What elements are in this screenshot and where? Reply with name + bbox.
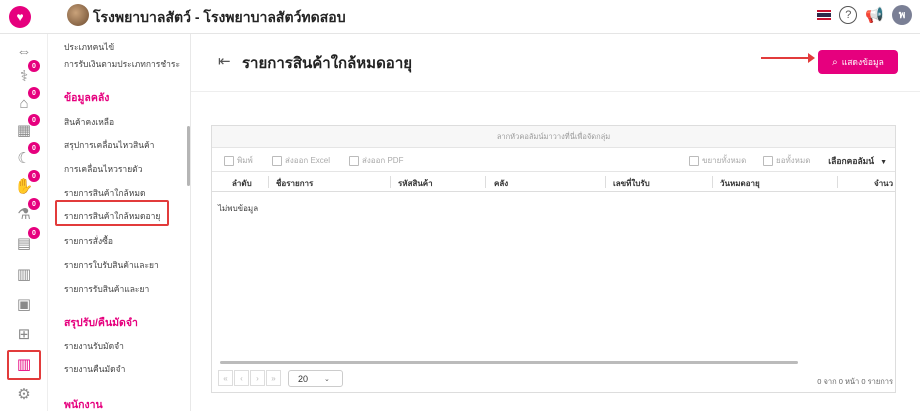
column-separator	[485, 176, 486, 188]
expand-icon	[689, 155, 699, 166]
column-separator	[268, 176, 269, 188]
thai-flag-icon[interactable]	[817, 10, 832, 21]
expand-all-label: ขยายทั้งหมด	[702, 156, 747, 165]
clinic-avatar	[67, 4, 89, 26]
print-label: พิมพ์	[237, 156, 253, 165]
search-icon: ⌕	[832, 56, 838, 68]
column-header[interactable]: ชื่อรายการ	[276, 177, 313, 190]
last-page-button[interactable]: »	[266, 370, 281, 386]
submenu-item[interactable]: รายการสั่งซื้อ	[64, 234, 113, 248]
show-data-button[interactable]: ⌕ แสดงข้อมูล	[818, 50, 898, 74]
moon-icon[interactable]: ☾ 0	[12, 142, 40, 170]
chevron-down-icon: ⌄	[324, 375, 330, 383]
export-pdf-button[interactable]: ส่งออก PDF	[349, 154, 403, 167]
group-panel[interactable]: ลากหัวคอลัมน์มาวางที่นี่เพื่อจัดกลุ่ม	[212, 126, 895, 148]
column-header[interactable]: คลัง	[494, 177, 508, 190]
prev-page-button[interactable]: ‹	[234, 370, 249, 386]
collapse-icon	[763, 155, 773, 166]
box-icon[interactable]: ▣	[12, 292, 36, 316]
print-button[interactable]: พิมพ์	[224, 154, 253, 167]
hand-icon[interactable]: ✋ 0	[12, 170, 40, 198]
column-header[interactable]: วันหมดอายุ	[720, 177, 760, 190]
choose-columns-label: เลือกคอลัมน์	[828, 156, 875, 166]
notification-badge: 0	[28, 170, 40, 182]
page-header: ⇤ รายการสินค้าใกล้หมดอายุ ⌕ แสดงข้อมูล	[191, 34, 920, 92]
report-submenu: ประเภทคนไข้ การรับเงินตามประเภทการชำระ ข…	[48, 34, 191, 411]
column-separator	[712, 176, 713, 188]
export-excel-button[interactable]: ส่งออก Excel	[272, 154, 330, 167]
page-size-select[interactable]: 20 ⌄	[288, 370, 343, 387]
submenu-item[interactable]: การรับเงินตามประเภทการชำระ	[64, 57, 180, 71]
notification-badge: 0	[28, 227, 40, 239]
grid-toolbar: พิมพ์ ส่งออก Excel ส่งออก PDF ขยายทั้งหม…	[212, 148, 895, 172]
submenu-scrollbar[interactable]	[187, 126, 190, 186]
printer-icon	[224, 155, 234, 166]
page-info: 0 จาก 0 หน้า 0 รายการ	[817, 377, 893, 386]
submenu-item[interactable]: สินค้าคงเหลือ	[64, 115, 114, 129]
pdf-icon	[349, 155, 359, 166]
submenu-item[interactable]: ประเภทคนไข้	[64, 40, 114, 54]
icon-rail: ⇔ ⚕ 0 ⌂ 0 ▦ 0 ☾ 0 ✋ 0 ⚗ 0 ▤ 0 ▥ ▣ ⊞ ▥ ⚙	[0, 34, 48, 411]
register-icon[interactable]: ▥	[12, 262, 36, 286]
submenu-item[interactable]: รายการรับสินค้าและยา	[64, 282, 149, 296]
choose-columns-dropdown[interactable]: เลือกคอลัมน์ ▼	[828, 154, 887, 168]
notification-badge: 0	[28, 114, 40, 126]
export-pdf-label: ส่งออก PDF	[362, 156, 404, 165]
collapse-all-label: ยอทั้งหมด	[776, 156, 811, 165]
show-data-label: แสดงข้อมูล	[841, 57, 884, 67]
column-separator	[837, 176, 838, 188]
top-header: ♥ โรงพยาบาลสัตว์ - โรงพยาบาลสัตว์ทดสอบ ?…	[0, 0, 920, 34]
page-title: รายการสินค้าใกล้หมดอายุ	[242, 55, 413, 72]
pill-icon[interactable]: ⚗ 0	[12, 198, 40, 226]
megaphone-icon[interactable]: 📢	[865, 6, 884, 24]
notification-badge: 0	[28, 198, 40, 210]
column-header[interactable]: จำนว	[874, 177, 893, 190]
column-header[interactable]: รหัสสินค้า	[398, 177, 433, 190]
flag-stripe	[817, 18, 832, 21]
submenu-item[interactable]: การเคลื่อนไหวรายตัว	[64, 162, 142, 176]
annotation-arrow	[761, 53, 815, 63]
grid-header-row: ลำดับ ชื่อรายการ รหัสสินค้า คลัง เลขที่ใ…	[212, 172, 895, 192]
column-header[interactable]: เลขที่ใบรับ	[613, 177, 650, 190]
notification-badge: 0	[28, 142, 40, 154]
column-separator	[605, 176, 606, 188]
export-excel-label: ส่งออก Excel	[285, 156, 331, 165]
submenu-item-active[interactable]: รายการสินค้าใกล้หมดอายุ	[64, 209, 160, 223]
page-size-value: 20	[298, 373, 309, 384]
help-icon[interactable]: ?	[839, 6, 858, 24]
submenu-section-inventory: ข้อมูลคลัง	[64, 92, 110, 104]
active-rail-highlight	[7, 350, 41, 380]
excel-icon	[272, 155, 282, 166]
submenu-section-staff: พนักงาน	[64, 399, 103, 411]
bed-icon[interactable]: ⌂ 0	[12, 87, 40, 115]
settings-icon[interactable]: ⚙	[12, 382, 36, 406]
submenu-item[interactable]: รายการสินค้าใกล้หมด	[64, 186, 146, 200]
no-data-message: ไม่พบข้อมูล	[218, 204, 259, 213]
submenu-item[interactable]: รายงานคืนมัดจำ	[64, 362, 125, 376]
column-separator	[390, 176, 391, 188]
pager: « ‹ › »	[218, 370, 281, 386]
submenu-section-deposit: สรุปรับ/คืนมัดจำ	[64, 317, 138, 329]
data-grid: ลากหัวคอลัมน์มาวางที่นี่เพื่อจัดกลุ่ม พิ…	[211, 125, 896, 393]
user-avatar[interactable]: พ	[892, 5, 912, 25]
next-page-button[interactable]: ›	[250, 370, 265, 386]
invoice-icon[interactable]: ▤ 0	[12, 227, 40, 255]
horizontal-scrollbar[interactable]	[220, 361, 798, 364]
caret-down-icon: ▼	[880, 159, 887, 166]
notification-badge: 0	[28, 87, 40, 99]
submenu-item[interactable]: รายการใบรับสินค้าและยา	[64, 258, 159, 272]
notification-badge: 0	[28, 60, 40, 72]
grid-icon[interactable]: ⊞	[12, 322, 36, 346]
submenu-item[interactable]: สรุปการเคลื่อนไหวสินค้า	[64, 138, 154, 152]
calendar-icon[interactable]: ▦ 0	[12, 114, 40, 142]
stethoscope-icon[interactable]: ⚕ 0	[12, 60, 40, 88]
submenu-item[interactable]: รายงานรับมัดจำ	[64, 339, 124, 353]
column-header[interactable]: ลำดับ	[232, 177, 252, 190]
first-page-button[interactable]: «	[218, 370, 233, 386]
collapse-sidebar-icon[interactable]: ⇤	[218, 52, 231, 70]
clinic-title: โรงพยาบาลสัตว์ - โรงพยาบาลสัตว์ทดสอบ	[93, 9, 346, 25]
collapse-all-button[interactable]: ยอทั้งหมด	[763, 154, 810, 167]
heart-logo-icon[interactable]: ♥	[9, 6, 31, 28]
expand-all-button[interactable]: ขยายทั้งหมด	[689, 154, 746, 167]
